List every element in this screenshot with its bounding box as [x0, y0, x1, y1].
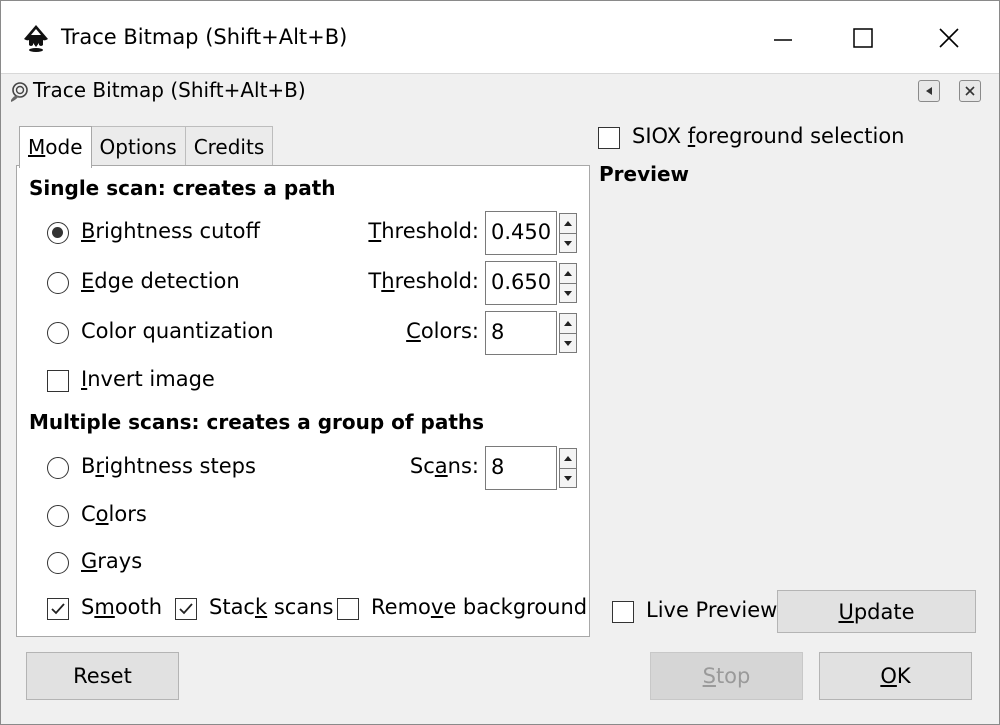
spin-up-button[interactable] — [560, 449, 576, 468]
scans-spinbutton[interactable]: 8 — [485, 446, 577, 490]
minimize-icon — [774, 39, 792, 41]
arrow-up-icon — [564, 221, 572, 226]
checkmark-icon — [51, 603, 65, 615]
checkmark-icon — [179, 603, 193, 615]
stack-scans-checkbox[interactable] — [175, 598, 197, 620]
smooth-checkbox[interactable] — [47, 598, 69, 620]
quantization-colors-spinbutton[interactable]: 8 — [485, 311, 577, 355]
update-button[interactable]: Update — [777, 590, 976, 633]
maximize-icon — [853, 28, 873, 48]
dock-collapse-button[interactable] — [918, 80, 940, 102]
scans-label: Scans: — [409, 454, 479, 478]
arrow-up-icon — [564, 456, 572, 461]
arrow-down-icon — [564, 240, 572, 246]
multiple-scans-heading: Multiple scans: creates a group of paths — [29, 410, 485, 434]
brightness-steps-radio[interactable] — [47, 457, 69, 479]
single-scan-heading: Single scan: creates a path — [29, 176, 336, 200]
arrow-down-icon — [564, 475, 572, 481]
invert-image-checkbox[interactable] — [47, 370, 69, 392]
title-bar[interactable]: Trace Bitmap (Shift+Alt+B) — [1, 1, 999, 73]
arrow-down-icon — [564, 340, 572, 346]
window-title: Trace Bitmap (Shift+Alt+B) — [61, 25, 348, 49]
arrow-up-icon — [564, 321, 572, 326]
edge-threshold-label: Threshold: — [368, 269, 479, 293]
dialog-dock-header: Trace Bitmap (Shift+Alt+B) — [1, 73, 999, 109]
brightness-threshold-spinbutton[interactable]: 0.450 — [485, 211, 577, 255]
spin-down-button[interactable] — [560, 233, 576, 252]
trace-bitmap-icon — [11, 82, 28, 102]
inkscape-logo-icon — [24, 25, 48, 52]
edge-threshold-spinbutton[interactable]: 0.650 — [485, 261, 577, 305]
stack-scans-label[interactable]: Stack scans — [209, 595, 333, 619]
arrow-down-icon — [564, 290, 572, 296]
grays-label[interactable]: Grays — [81, 549, 142, 573]
arrow-up-icon — [564, 271, 572, 276]
spin-up-button[interactable] — [560, 214, 576, 233]
close-icon — [939, 28, 959, 48]
smooth-label[interactable]: Smooth — [81, 595, 162, 619]
minimize-button[interactable] — [753, 15, 813, 61]
mode-panel: Single scan: creates a path Brightness c… — [16, 165, 590, 637]
colors-radio[interactable] — [47, 505, 69, 527]
brightness-cutoff-label[interactable]: Brightness cutoff — [81, 219, 260, 243]
invert-image-label[interactable]: Invert image — [81, 367, 215, 391]
tab-credits[interactable]: Credits — [184, 126, 274, 166]
tab-options[interactable]: Options — [90, 126, 186, 166]
spin-down-button[interactable] — [560, 283, 576, 302]
triangle-left-icon — [926, 87, 932, 95]
remove-background-checkbox[interactable] — [337, 598, 359, 620]
edge-detection-radio[interactable] — [47, 272, 69, 294]
quantization-colors-input[interactable]: 8 — [485, 311, 557, 355]
live-preview-label[interactable]: Live Preview — [646, 598, 777, 622]
siox-label[interactable]: SIOX foreground selection — [632, 124, 905, 148]
dock-close-button[interactable] — [959, 80, 981, 102]
notebook-tabs: Mode Options Credits — [19, 126, 274, 168]
scans-input[interactable]: 8 — [485, 446, 557, 490]
ok-button[interactable]: OK — [819, 652, 972, 700]
brightness-steps-label[interactable]: Brightness steps — [81, 454, 256, 478]
dock-title: Trace Bitmap (Shift+Alt+B) — [33, 78, 306, 102]
stop-button[interactable]: Stop — [650, 652, 803, 700]
tab-mode[interactable]: Mode — [19, 126, 92, 168]
close-button[interactable] — [919, 15, 979, 61]
spin-up-button[interactable] — [560, 264, 576, 283]
brightness-threshold-label: Threshold: — [368, 219, 479, 243]
spin-down-button[interactable] — [560, 468, 576, 487]
live-preview-checkbox[interactable] — [612, 601, 634, 623]
spin-down-button[interactable] — [560, 333, 576, 352]
preview-heading: Preview — [599, 162, 690, 186]
spin-up-button[interactable] — [560, 314, 576, 333]
preview-area — [598, 191, 978, 586]
brightness-threshold-input[interactable]: 0.450 — [485, 211, 557, 255]
remove-background-label[interactable]: Remove background — [371, 595, 587, 619]
edge-threshold-input[interactable]: 0.650 — [485, 261, 557, 305]
edge-detection-label[interactable]: Edge detection — [81, 269, 240, 293]
close-icon — [965, 86, 975, 96]
color-quantization-label[interactable]: Color quantization — [81, 319, 274, 343]
maximize-button[interactable] — [833, 15, 893, 61]
siox-checkbox[interactable] — [598, 127, 620, 149]
reset-button[interactable]: Reset — [26, 652, 179, 700]
quantization-colors-label: Colors: — [406, 319, 479, 343]
color-quantization-radio[interactable] — [47, 322, 69, 344]
grays-radio[interactable] — [47, 552, 69, 574]
trace-bitmap-window: Trace Bitmap (Shift+Alt+B) Trace Bitmap … — [0, 0, 1000, 725]
brightness-cutoff-radio[interactable] — [47, 222, 69, 244]
colors-label[interactable]: Colors — [81, 502, 147, 526]
